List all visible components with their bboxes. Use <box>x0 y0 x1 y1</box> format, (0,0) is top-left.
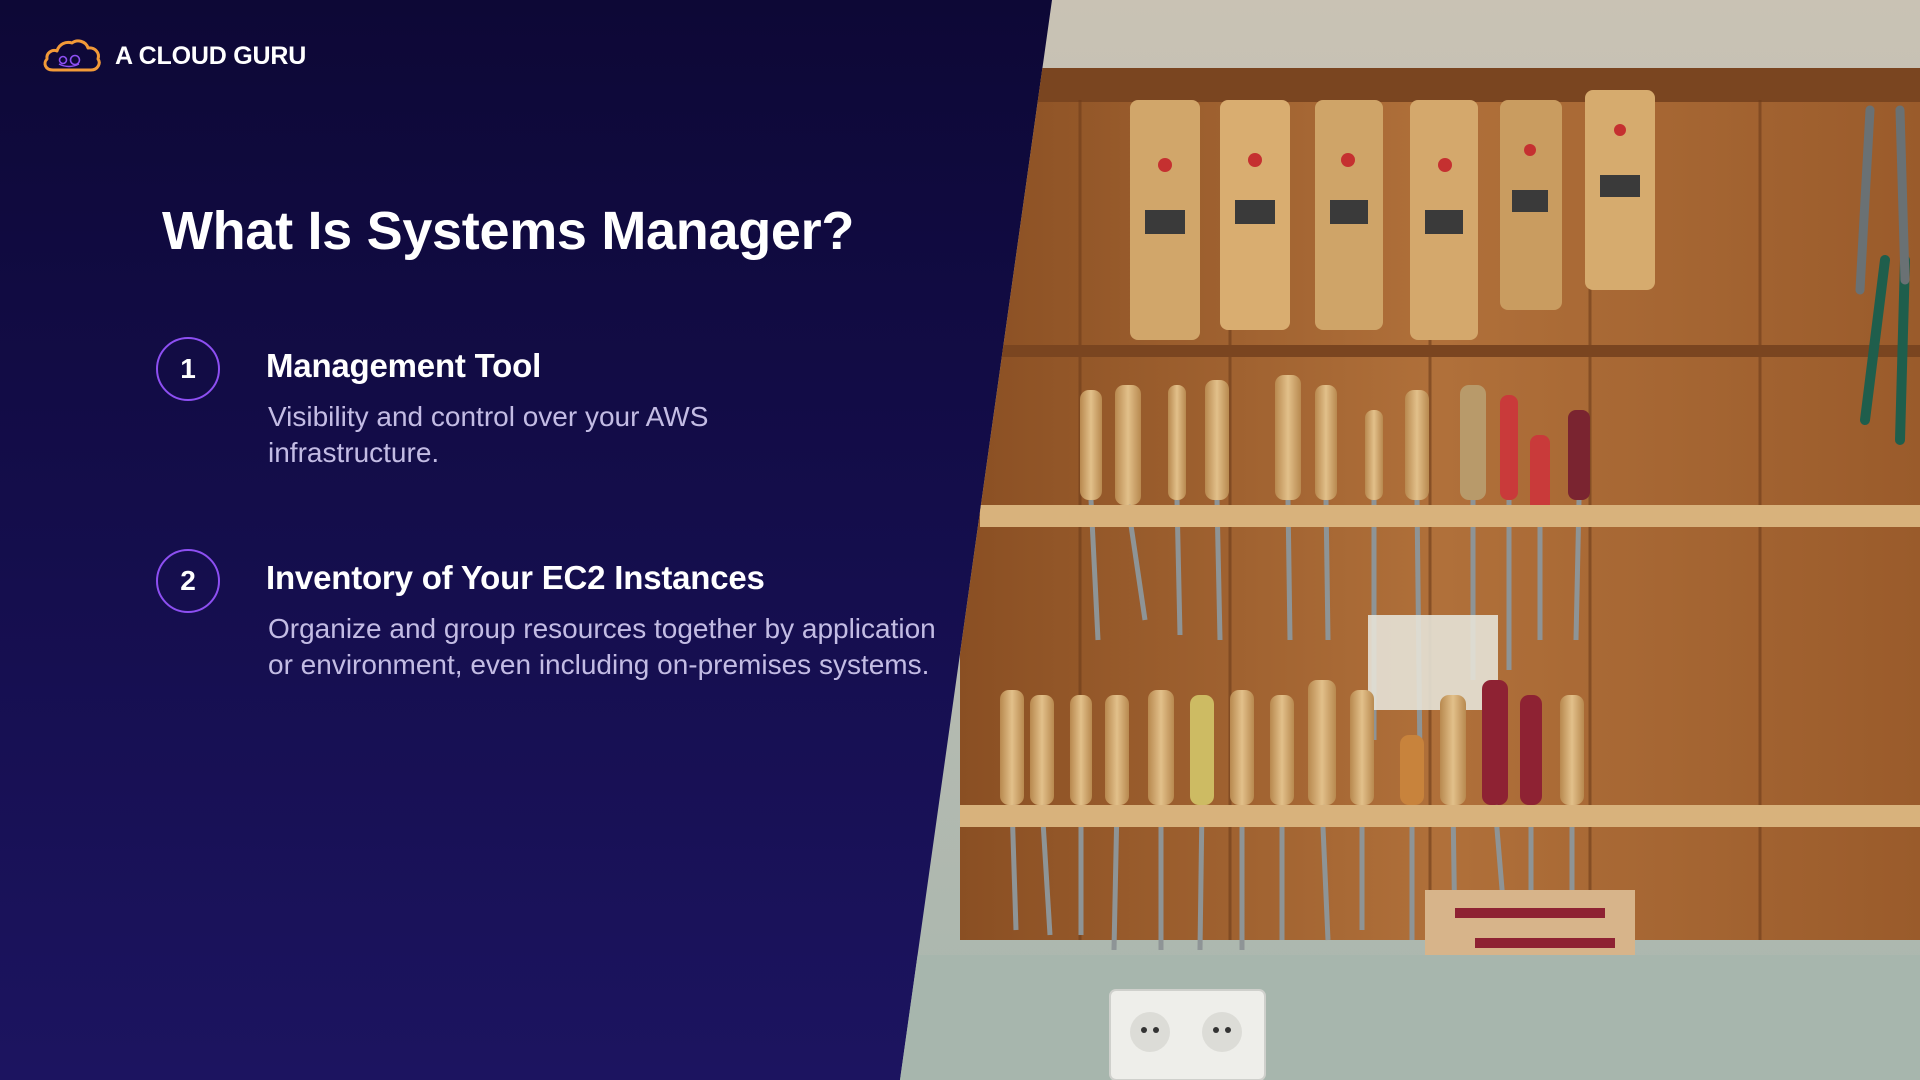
item-description: Visibility and control over your AWS inf… <box>268 401 709 468</box>
item-description: Organize and group resources together by… <box>268 613 936 680</box>
brand-logo: A CLOUD GURU <box>39 36 306 76</box>
item-number-badge: 1 <box>156 337 220 401</box>
woodworking-tools-wall-icon <box>900 0 1920 1080</box>
item-heading: Management Tool <box>266 347 542 384</box>
brand-name: A CLOUD GURU <box>115 41 307 70</box>
item-number-badge: 2 <box>156 549 220 613</box>
page-title: What Is Systems Manager? <box>162 201 855 261</box>
slide: A CLOUD GURU What Is Systems Manager? 1 … <box>0 0 1920 1080</box>
item-heading: Inventory of Your EC2 Instances <box>266 559 765 596</box>
cloud-logo-icon <box>43 39 101 72</box>
tools-photo <box>900 0 1920 1080</box>
